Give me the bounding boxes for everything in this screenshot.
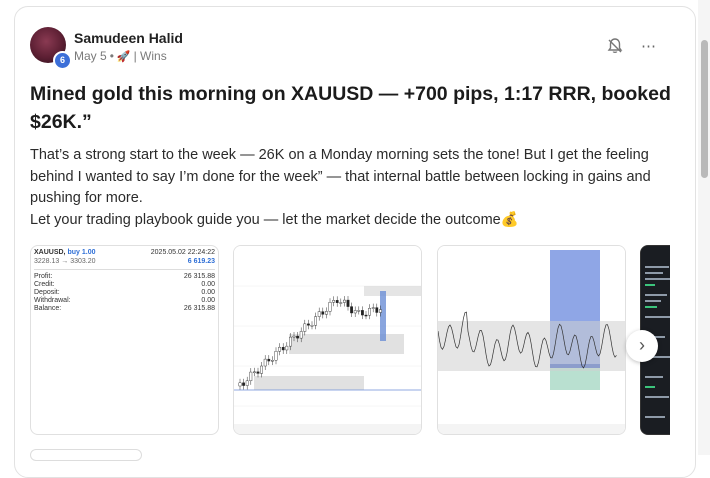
- candle-body: [296, 335, 300, 339]
- row-label: Deposit:: [34, 289, 60, 296]
- row-value: 26 315.88: [183, 305, 215, 312]
- candle-body: [317, 311, 321, 317]
- candle-body: [346, 299, 350, 307]
- candle-body: [342, 299, 346, 303]
- candle-body: [328, 302, 332, 312]
- post-category[interactable]: | Wins: [134, 49, 167, 63]
- candle-body: [267, 358, 271, 362]
- candle-body: [310, 325, 314, 327]
- candle-body: [306, 323, 310, 326]
- symbol: XAUUSD,: [34, 249, 66, 256]
- candle-body: [238, 382, 242, 387]
- candlestick-chart-image[interactable]: [233, 245, 422, 435]
- post-title: Mined gold this morning on XAUUSD — +700…: [30, 83, 671, 133]
- image-gallery: XAUUSD, buy 1.00 2025.05.02 22:24:22 322…: [30, 245, 670, 435]
- candle-body: [321, 311, 325, 315]
- trade-direction: buy 1.00: [67, 249, 96, 256]
- candle-body: [375, 307, 379, 313]
- candle-body: [274, 351, 278, 361]
- row-value: 26 315.88: [183, 273, 215, 280]
- timestamp: 2025.05.02 22:24:22: [150, 249, 215, 256]
- scrollbar[interactable]: [698, 0, 710, 455]
- row-value: 0.00: [201, 281, 215, 288]
- candle-body: [285, 345, 289, 351]
- post-meta: May 5 • 🚀 | Wins: [74, 49, 167, 63]
- meta-separator: •: [109, 49, 114, 63]
- candle-body: [245, 380, 249, 386]
- price-chart-image[interactable]: [437, 245, 626, 435]
- candle-body: [303, 323, 307, 332]
- candle-body: [371, 307, 375, 309]
- author-name[interactable]: Samudeen Halid: [74, 30, 183, 46]
- candle-body: [332, 300, 336, 303]
- post-paragraph: That’s a strong start to the week — 26K …: [30, 147, 651, 206]
- row-label: Profit:: [34, 273, 53, 280]
- candle-body: [263, 358, 267, 367]
- level-badge: 6: [53, 51, 72, 70]
- row-label: Credit:: [34, 281, 55, 288]
- post-paragraph: Let your trading playbook guide you — le…: [30, 211, 519, 228]
- candle-body: [335, 300, 339, 303]
- row-value: 0.00: [201, 289, 215, 296]
- candle-body: [324, 311, 328, 315]
- price-chart-graphic: [438, 246, 625, 434]
- candle-body: [350, 306, 354, 314]
- account-snapshot-image[interactable]: XAUUSD, buy 1.00 2025.05.02 22:24:22 322…: [30, 245, 219, 435]
- candle-body: [299, 331, 303, 339]
- row-label: Balance:: [34, 305, 62, 312]
- more-options-icon[interactable]: ⋯: [641, 37, 657, 55]
- candle-body: [249, 371, 253, 382]
- candle-body: [242, 382, 245, 386]
- candle-body: [364, 314, 368, 317]
- rocket-icon: 🚀: [116, 50, 131, 63]
- candlestick-chart-graphic: [234, 246, 421, 434]
- price-range: 3228.13 → 3303.20: [34, 258, 96, 265]
- candle-body: [368, 308, 371, 316]
- candle-body: [281, 346, 285, 351]
- candle-body: [292, 335, 296, 338]
- candle-body: [314, 316, 318, 326]
- candle-body: [260, 365, 263, 374]
- candle-body: [278, 346, 282, 352]
- candle-body: [271, 360, 274, 362]
- trade-profit: 6 619.23: [187, 258, 215, 265]
- candle-body: [253, 371, 256, 374]
- candle-body: [256, 371, 260, 374]
- next-image-button[interactable]: ›: [626, 330, 658, 362]
- candle-body: [289, 336, 292, 347]
- bell-off-icon[interactable]: [606, 37, 624, 55]
- candle-body: [378, 309, 382, 313]
- reaction-bar[interactable]: [30, 449, 142, 461]
- candle-body: [360, 310, 364, 316]
- candle-body: [339, 302, 343, 304]
- post-body: That’s a strong start to the week — 26K …: [30, 145, 660, 231]
- candle-body: [353, 310, 357, 314]
- scrollbar-thumb[interactable]: [701, 40, 708, 178]
- candle-body: [357, 310, 361, 312]
- row-label: Withdrawal:: [34, 297, 71, 304]
- post-date: May 5: [74, 49, 107, 63]
- row-value: 0.00: [201, 297, 215, 304]
